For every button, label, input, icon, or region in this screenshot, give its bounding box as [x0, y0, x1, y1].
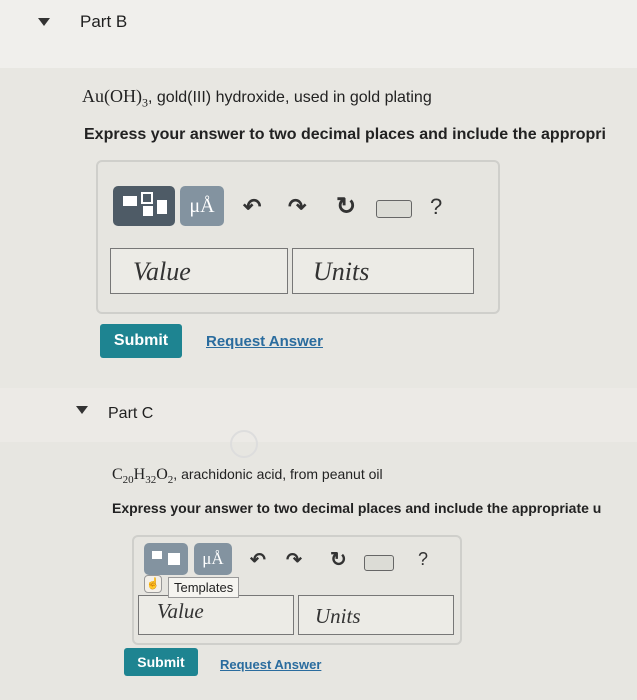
part-c-prompt: Express your answer to two decimal place…	[112, 500, 602, 516]
help-button[interactable]: ?	[418, 549, 428, 570]
part-b-answer-panel: μÅ ↶ ↷ ↻ ? Value Units	[96, 160, 500, 314]
keyboard-icon[interactable]	[364, 555, 394, 571]
part-c-formula: C20H32O2, arachidonic acid, from peanut …	[112, 466, 383, 487]
part-c-answer-panel: μÅ ↶ ↷ ↻ ? ☝ Templates Value Units	[132, 535, 462, 645]
part-c-submit-button[interactable]: Submit	[124, 648, 198, 676]
units-input[interactable]: Units	[298, 595, 454, 635]
redo-icon[interactable]: ↷	[286, 549, 302, 572]
cursor-ring-icon	[230, 430, 258, 458]
part-b-request-answer-link[interactable]: Request Answer	[206, 333, 323, 350]
part-c-title: Part C	[108, 405, 154, 422]
hand-cursor-icon: ☝	[144, 575, 162, 593]
templates-button[interactable]	[113, 186, 175, 226]
part-b-prompt: Express your answer to two decimal place…	[84, 126, 606, 143]
undo-icon[interactable]: ↶	[243, 194, 261, 220]
help-button[interactable]: ?	[430, 194, 442, 220]
redo-icon[interactable]: ↷	[288, 194, 306, 220]
templates-button[interactable]	[144, 543, 188, 575]
part-b-submit-button[interactable]: Submit	[100, 324, 182, 358]
keyboard-icon[interactable]	[376, 200, 412, 218]
part-c-header[interactable]: Part C	[0, 388, 637, 442]
units-input[interactable]: Units	[292, 248, 474, 294]
part-c-request-answer-link[interactable]: Request Answer	[220, 657, 321, 672]
part-b-title: Part B	[80, 12, 128, 31]
collapse-triangle-icon[interactable]	[76, 406, 88, 414]
units-symbol-button[interactable]: μÅ	[180, 186, 224, 226]
templates-tooltip: Templates	[168, 577, 240, 598]
reset-icon[interactable]: ↻	[330, 547, 347, 572]
part-b-header[interactable]: Part B	[0, 0, 637, 68]
value-input[interactable]: Value	[110, 248, 288, 294]
value-input[interactable]: Value	[138, 595, 294, 635]
collapse-triangle-icon[interactable]	[38, 18, 50, 26]
units-symbol-button[interactable]: μÅ	[194, 543, 232, 575]
reset-icon[interactable]: ↻	[336, 192, 356, 221]
template-grid-icon	[123, 196, 137, 206]
part-b-formula: Au(OH)3, gold(III) hydroxide, used in go…	[82, 86, 432, 110]
undo-icon[interactable]: ↶	[250, 549, 266, 572]
